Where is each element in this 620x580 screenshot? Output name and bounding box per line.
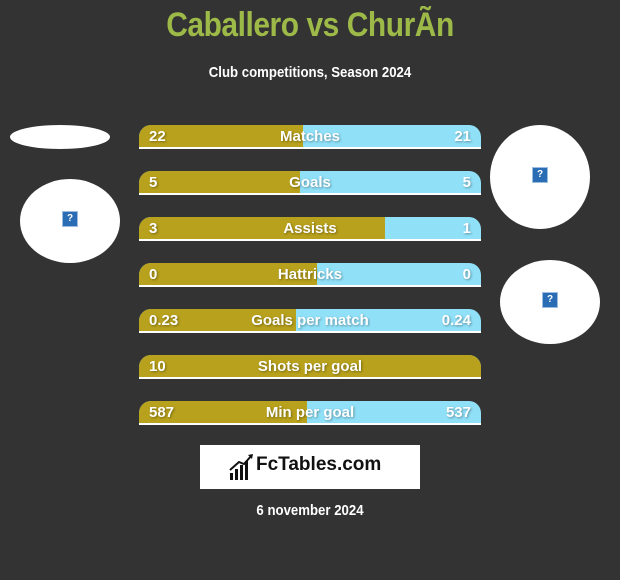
stat-bar-min-per-goal: 587 Min per goal 537 [139,401,481,425]
stat-bar-hattricks: 0 Hattricks 0 [139,263,481,287]
stat-bar-goals-per-match: 0.23 Goals per match 0.24 [139,309,481,333]
stat-label: Goals [289,174,331,191]
right-team-logo: ? [490,125,590,229]
broken-image-icon: ? [532,167,548,183]
right-value: 0 [462,266,471,283]
logo-text: FcTables.com [256,454,382,475]
competition-subtitle: Club competitions, Season 2024 [208,64,412,81]
stat-bar-goals: 5 Goals 5 [139,171,481,195]
stat-label: Goals per match [251,312,369,329]
stat-label: Hattricks [277,266,343,283]
left-team-flag [10,125,110,149]
stat-label: Matches [279,128,341,145]
right-player-photo: ? [500,260,600,344]
right-value: 5 [462,174,471,191]
right-value: 537 [445,404,471,421]
right-value: 0.24 [441,312,471,329]
stat-label: Shots per goal [257,358,363,375]
left-team-logo: ? [20,179,120,263]
stat-bar-matches: 22 Matches 21 [139,125,481,149]
right-value: 1 [462,220,471,237]
page-title: Caballero vs ChurÃn [166,6,454,44]
chart-logo-icon [229,454,253,480]
stat-bar-shots-per-goal: 10 Shots per goal [139,355,481,379]
date-label: 6 november 2024 [256,502,364,519]
stat-label: Assists [283,220,337,237]
right-value: 21 [454,128,471,145]
broken-image-icon: ? [62,211,78,227]
stat-label: Min per goal [265,404,355,421]
fctables-logo[interactable]: FcTables.com [200,445,420,489]
stat-bar-assists: 3 Assists 1 [139,217,481,241]
broken-image-icon: ? [542,292,558,308]
